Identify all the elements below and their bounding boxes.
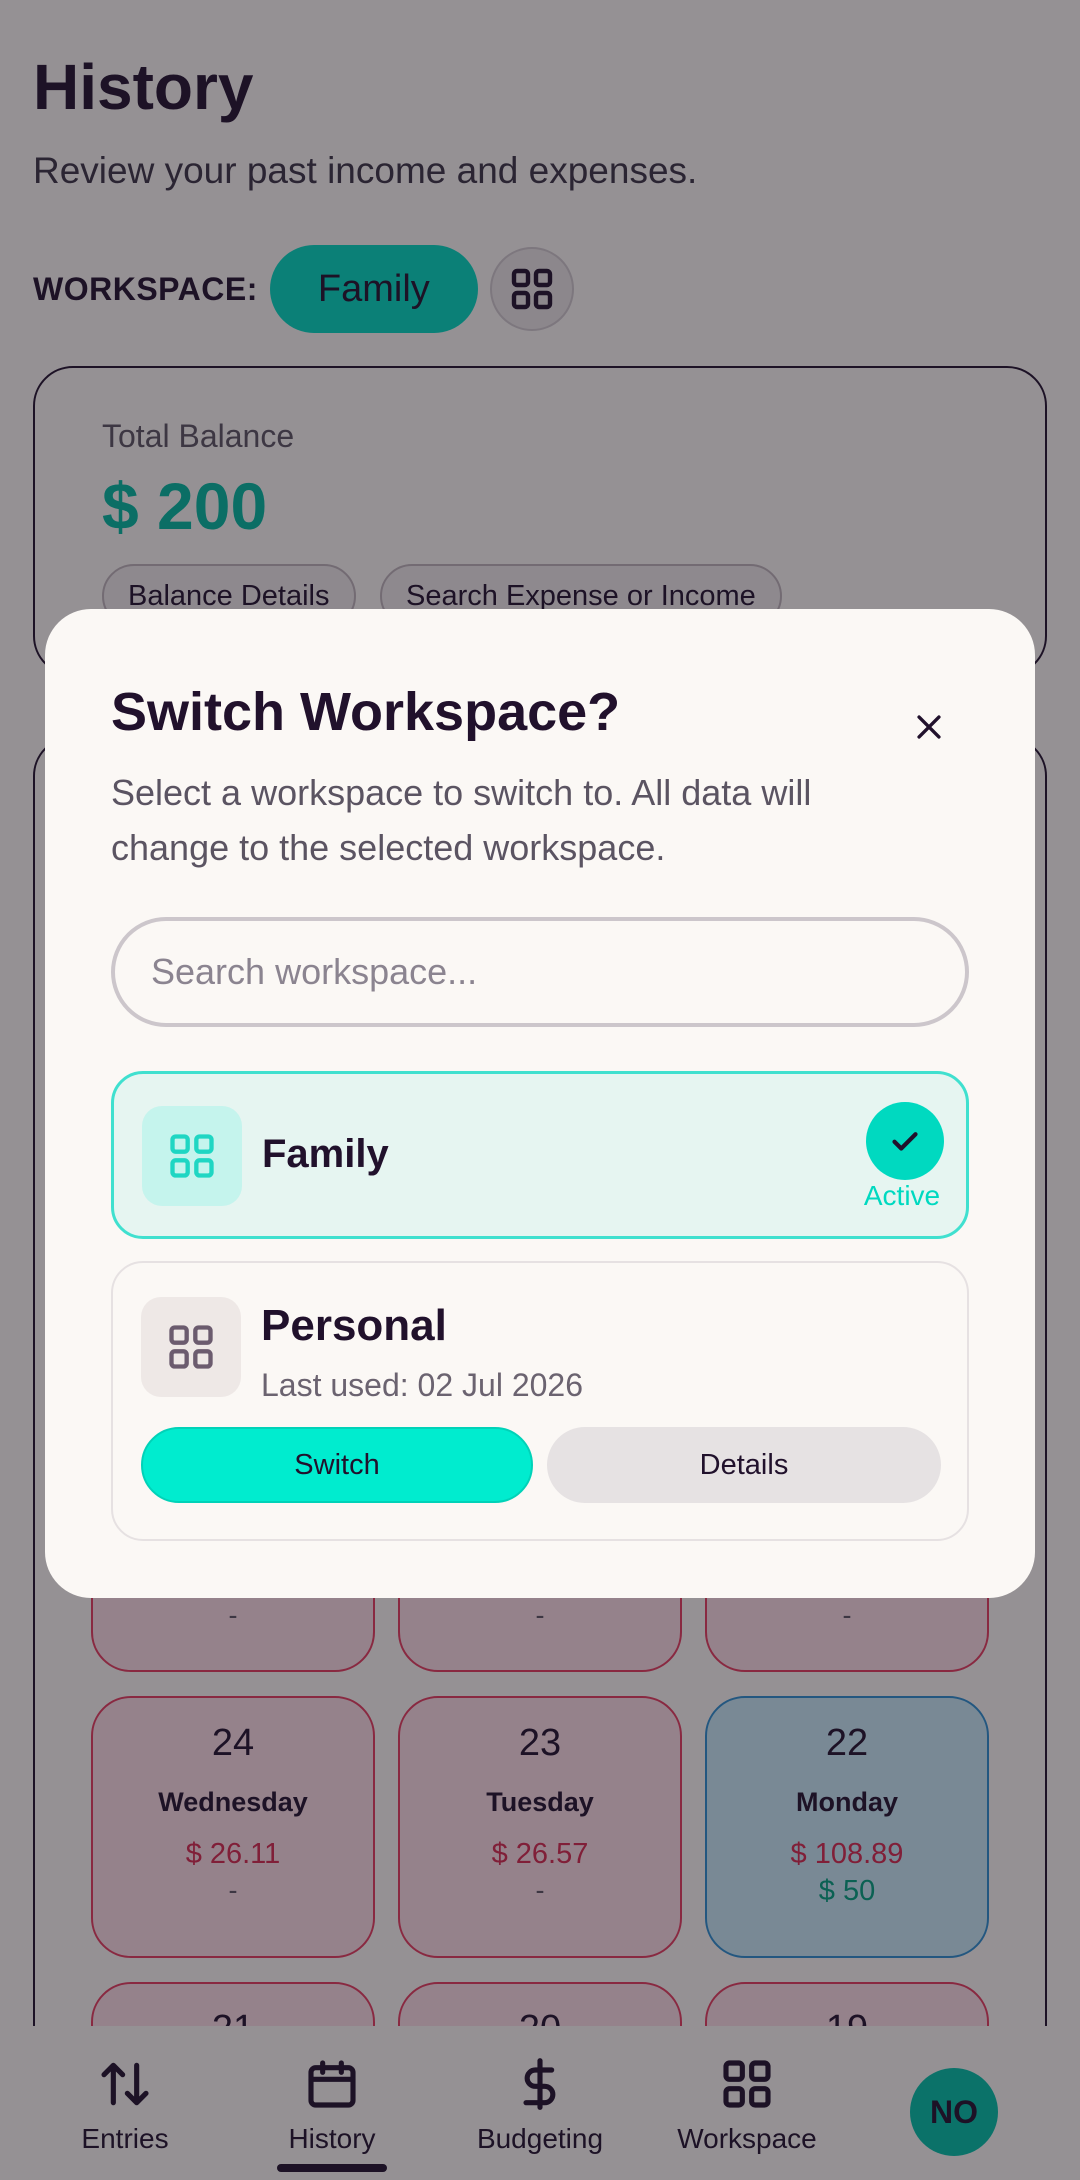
last-used-label: Last used: 02 Jul 2026 (261, 1367, 584, 1403)
close-button[interactable] (893, 691, 965, 763)
close-icon (917, 715, 941, 739)
workspace-name: Family (262, 1132, 389, 1176)
workspace-icon (141, 1297, 241, 1397)
workspace-item-personal: Personal Last used: 02 Jul 2026 Switch D… (111, 1261, 969, 1541)
active-check (866, 1102, 944, 1180)
workspace-icon (142, 1106, 242, 1206)
grid-icon (170, 1134, 214, 1178)
switch-button[interactable]: Switch (141, 1427, 533, 1503)
dialog-title: Switch Workspace? (111, 682, 621, 742)
active-status-label: Active (863, 1180, 941, 1211)
workspace-name: Personal (261, 1301, 447, 1350)
workspace-item-family[interactable]: Family Active (111, 1071, 969, 1239)
check-icon (892, 1132, 918, 1151)
switch-workspace-dialog: Switch Workspace? Select a workspace to … (45, 609, 1035, 1598)
dialog-description: Select a workspace to switch to. All dat… (111, 772, 812, 868)
details-button[interactable]: Details (547, 1427, 941, 1503)
grid-icon (169, 1325, 213, 1369)
search-workspace-input[interactable] (111, 917, 969, 1027)
